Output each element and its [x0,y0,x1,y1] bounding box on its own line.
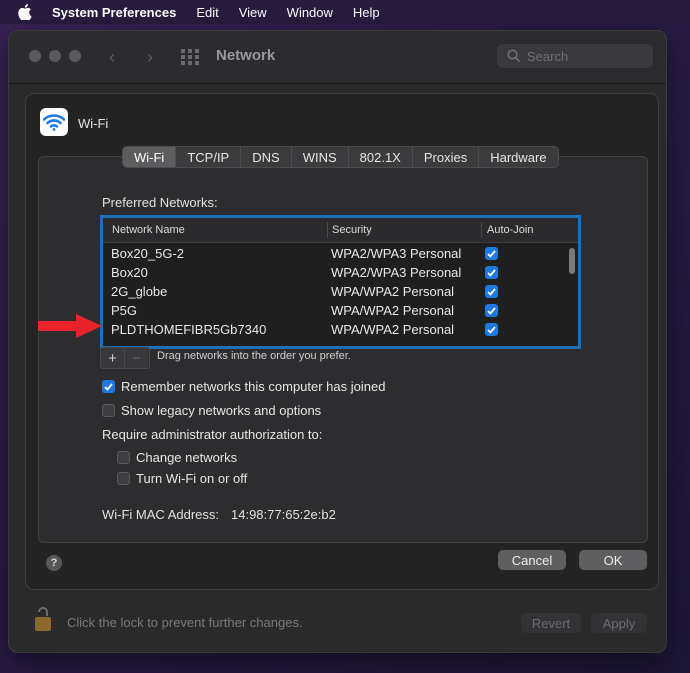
network-name-cell: P5G [111,303,138,318]
checkmark-icon [487,325,496,334]
change-networks-label: Change networks [136,450,238,465]
security-cell: WPA/WPA2 Personal [331,284,455,299]
turn-wifi-checkbox[interactable] [117,472,130,485]
menu-app-name[interactable]: System Preferences [52,5,176,20]
menu-window[interactable]: Window [287,5,333,20]
column-auto-join[interactable]: Auto-Join [487,224,533,236]
column-divider [481,222,482,238]
ok-button[interactable]: OK [579,550,647,570]
tab-hardware[interactable]: Hardware [479,147,557,167]
window-title: Network [216,47,276,64]
auto-join-checkbox[interactable] [485,304,498,317]
change-networks-option[interactable]: Change networks [117,450,237,465]
auto-join-checkbox[interactable] [485,247,498,260]
network-name-cell: 2G_globe [111,284,168,299]
add-remove-control: + − [100,347,150,369]
column-divider [327,222,328,238]
settings-panel: Wi-Fi TCP/IP DNS WINS 802.1X Proxies Har… [38,146,648,543]
turn-wifi-label: Turn Wi-Fi on or off [136,471,248,486]
table-row[interactable]: 2G_globe WPA/WPA2 Personal [103,282,561,301]
checkmark-icon [104,382,113,391]
turn-wifi-option[interactable]: Turn Wi-Fi on or off [117,471,247,486]
red-arrow-icon [38,314,102,338]
show-all-grid-icon[interactable] [181,49,199,65]
remember-networks-option[interactable]: Remember networks this computer has join… [102,379,385,394]
apply-button[interactable]: Apply [591,613,647,633]
forward-chevron-icon[interactable]: › [147,47,153,68]
table-header: Network Name Security Auto-Join [103,218,578,243]
close-window-button[interactable] [29,50,41,62]
legacy-networks-checkbox[interactable] [102,404,115,417]
lock-hint-text: Click the lock to prevent further change… [67,615,303,630]
help-button[interactable]: ? [46,555,62,571]
tab-wifi[interactable]: Wi-Fi [123,147,177,167]
require-auth-label: Require administrator authorization to: [102,427,323,442]
zoom-window-button[interactable] [69,50,81,62]
table-row[interactable]: PLDTHOMEFIBR5Gb7340 WPA/WPA2 Personal [103,320,561,339]
preferred-networks-table[interactable]: Network Name Security Auto-Join Box20_5G… [100,215,581,349]
preferred-networks-label: Preferred Networks: [102,195,218,210]
revert-button[interactable]: Revert [521,613,581,633]
wifi-icon [40,108,68,136]
tab-proxies[interactable]: Proxies [413,147,480,167]
table-row[interactable]: P5G WPA/WPA2 Personal [103,301,561,320]
tab-wins[interactable]: WINS [292,147,349,167]
search-icon [507,49,521,63]
security-cell: WPA/WPA2 Personal [331,322,455,337]
apple-icon[interactable] [18,3,36,21]
menu-edit[interactable]: Edit [196,5,218,20]
network-name-cell: Box20_5G-2 [111,246,184,261]
tab-8021x[interactable]: 802.1X [349,147,413,167]
security-cell: WPA/WPA2 Personal [331,303,455,318]
drag-hint-text: Drag networks into the order you prefer. [157,350,351,362]
security-cell: WPA2/WPA3 Personal [331,265,462,280]
table-row[interactable]: Box20 WPA2/WPA3 Personal [103,263,561,282]
lock-icon[interactable] [33,605,53,633]
cancel-button[interactable]: Cancel [498,550,566,570]
checkmark-icon [487,287,496,296]
network-window: ‹ › Network Search Wi-Fi Wi-Fi TCP/IP DN… [8,30,667,653]
minimize-window-button[interactable] [49,50,61,62]
column-network-name[interactable]: Network Name [112,224,185,236]
menu-bar: System Preferences Edit View Window Help [0,0,690,24]
remember-networks-label: Remember networks this computer has join… [121,379,386,394]
table-scrollbar[interactable] [569,248,575,274]
search-field[interactable]: Search [497,44,653,68]
auto-join-checkbox[interactable] [485,266,498,279]
checkmark-icon [487,268,496,277]
interface-label: Wi-Fi [78,116,109,131]
add-network-button[interactable]: + [101,348,124,368]
menu-view[interactable]: View [239,5,267,20]
auto-join-checkbox[interactable] [485,285,498,298]
mac-address-label: Wi-Fi MAC Address: [102,507,220,522]
security-cell: WPA2/WPA3 Personal [331,246,462,261]
tab-bar: Wi-Fi TCP/IP DNS WINS 802.1X Proxies Har… [122,146,559,168]
wifi-advanced-sheet: Wi-Fi Wi-Fi TCP/IP DNS WINS 802.1X Proxi… [25,93,659,590]
network-name-cell: Box20 [111,265,148,280]
back-chevron-icon[interactable]: ‹ [109,47,115,68]
search-placeholder: Search [527,48,569,64]
remove-network-button[interactable]: − [124,348,148,368]
auto-join-checkbox[interactable] [485,323,498,336]
tab-tcpip[interactable]: TCP/IP [176,147,242,167]
legacy-networks-label: Show legacy networks and options [121,403,322,418]
title-bar: ‹ › Network Search [9,31,666,84]
mac-address-value: 14:98:77:65:2e:b2 [231,507,336,522]
network-name-cell: PLDTHOMEFIBR5Gb7340 [111,322,267,337]
checkmark-icon [487,249,496,258]
legacy-networks-option[interactable]: Show legacy networks and options [102,403,321,418]
menu-help[interactable]: Help [353,5,380,20]
tab-dns[interactable]: DNS [241,147,292,167]
column-security[interactable]: Security [332,224,372,236]
remember-networks-checkbox[interactable] [102,380,115,393]
change-networks-checkbox[interactable] [117,451,130,464]
table-row[interactable]: Box20_5G-2 WPA2/WPA3 Personal [103,244,561,263]
checkmark-icon [487,306,496,315]
